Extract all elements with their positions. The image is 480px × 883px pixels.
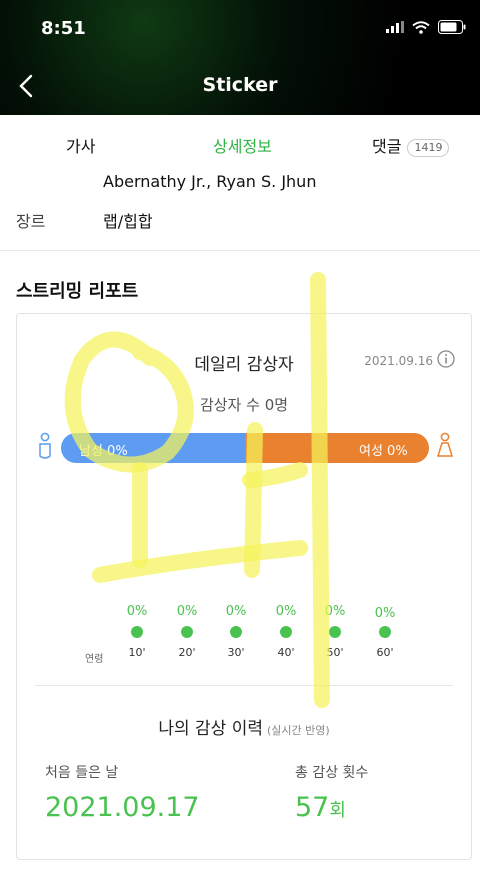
info-button[interactable] bbox=[437, 350, 455, 372]
age-label-30: 30' bbox=[227, 646, 245, 659]
report-title: 스트리밍 리포트 bbox=[16, 281, 139, 302]
status-icons bbox=[386, 20, 466, 34]
signal-icon bbox=[386, 21, 404, 33]
tab-lyrics[interactable]: 가사 bbox=[66, 133, 95, 157]
genre-value: 랩/힙합 bbox=[103, 212, 153, 231]
info-icon bbox=[437, 350, 455, 368]
age-label-20: 20' bbox=[178, 646, 196, 659]
female-person-icon bbox=[436, 432, 454, 457]
app-header: 8:51 Sticker bbox=[0, 0, 480, 115]
history-note: (실시간 반영) bbox=[266, 724, 330, 737]
age-dot-50 bbox=[329, 626, 341, 638]
age-pct-10: 0% bbox=[126, 604, 148, 619]
artist-line: Abernathy Jr., Ryan S. Jhun bbox=[103, 172, 317, 191]
age-pct-30: 0% bbox=[225, 604, 247, 619]
report-date: 2021.09.16 bbox=[364, 354, 433, 368]
female-ratio-label: 여성 0% bbox=[359, 444, 408, 459]
age-pct-50: 0% bbox=[324, 604, 346, 619]
tab-comments[interactable]: 댓글 1419 bbox=[372, 133, 450, 157]
song-info: Abernathy Jr., Ryan S. Jhun 장르 랩/힙합 bbox=[0, 170, 480, 251]
tab-details[interactable]: 상세정보 bbox=[213, 133, 272, 157]
male-ratio-label: 남성 0% bbox=[79, 444, 128, 459]
total-plays-label: 총 감상 횟수 bbox=[295, 765, 369, 781]
age-pct-60: 0% bbox=[374, 606, 396, 621]
history-title: 나의 감상 이력 (실시간 반영) bbox=[17, 714, 471, 739]
age-dot-20 bbox=[181, 626, 193, 638]
report-card: 데일리 감상자 2021.09.16 감상자 수 0명 남성 0% 여성 0% … bbox=[16, 313, 472, 860]
page-title: Sticker bbox=[202, 74, 278, 96]
age-distribution: 연령 0% 10' 0% 20' 0% 30' 0% 40' 0% 50' 0%… bbox=[17, 604, 471, 665]
age-label-10: 10' bbox=[128, 646, 146, 659]
tab-bar: 가사 상세정보 댓글 1419 bbox=[0, 115, 480, 171]
age-dot-30 bbox=[230, 626, 242, 638]
male-person-icon bbox=[39, 432, 51, 459]
comment-count-badge: 1419 bbox=[407, 138, 450, 157]
wifi-icon bbox=[412, 20, 430, 34]
age-label-40: 40' bbox=[277, 646, 295, 659]
first-listen-date: 2021.09.17 bbox=[45, 792, 200, 823]
history-title-text: 나의 감상 이력 bbox=[158, 719, 263, 739]
total-plays-unit: 회 bbox=[329, 800, 346, 821]
first-listen-label: 처음 들은 날 bbox=[45, 765, 119, 781]
age-label-50: 50' bbox=[326, 646, 344, 659]
age-pct-20: 0% bbox=[176, 604, 198, 619]
age-header: 연령 bbox=[85, 654, 104, 665]
status-time: 8:51 bbox=[41, 18, 86, 39]
age-dot-60 bbox=[379, 626, 391, 638]
total-plays-number: 57 bbox=[295, 792, 330, 823]
streaming-report: 스트리밍 리포트 데일리 감상자 2021.09.16 감상자 수 0명 남성 … bbox=[0, 251, 480, 883]
tab-comments-label: 댓글 bbox=[372, 137, 402, 156]
listener-count: 감상자 수 0명 bbox=[199, 396, 289, 414]
age-pct-40: 0% bbox=[275, 604, 297, 619]
genre-label: 장르 bbox=[16, 212, 46, 231]
battery-icon bbox=[438, 20, 466, 34]
total-plays-value: 57회 bbox=[295, 792, 346, 823]
age-label-60: 60' bbox=[376, 646, 394, 659]
age-dot-10 bbox=[131, 626, 143, 638]
section-divider bbox=[35, 685, 453, 686]
age-dot-40 bbox=[280, 626, 292, 638]
